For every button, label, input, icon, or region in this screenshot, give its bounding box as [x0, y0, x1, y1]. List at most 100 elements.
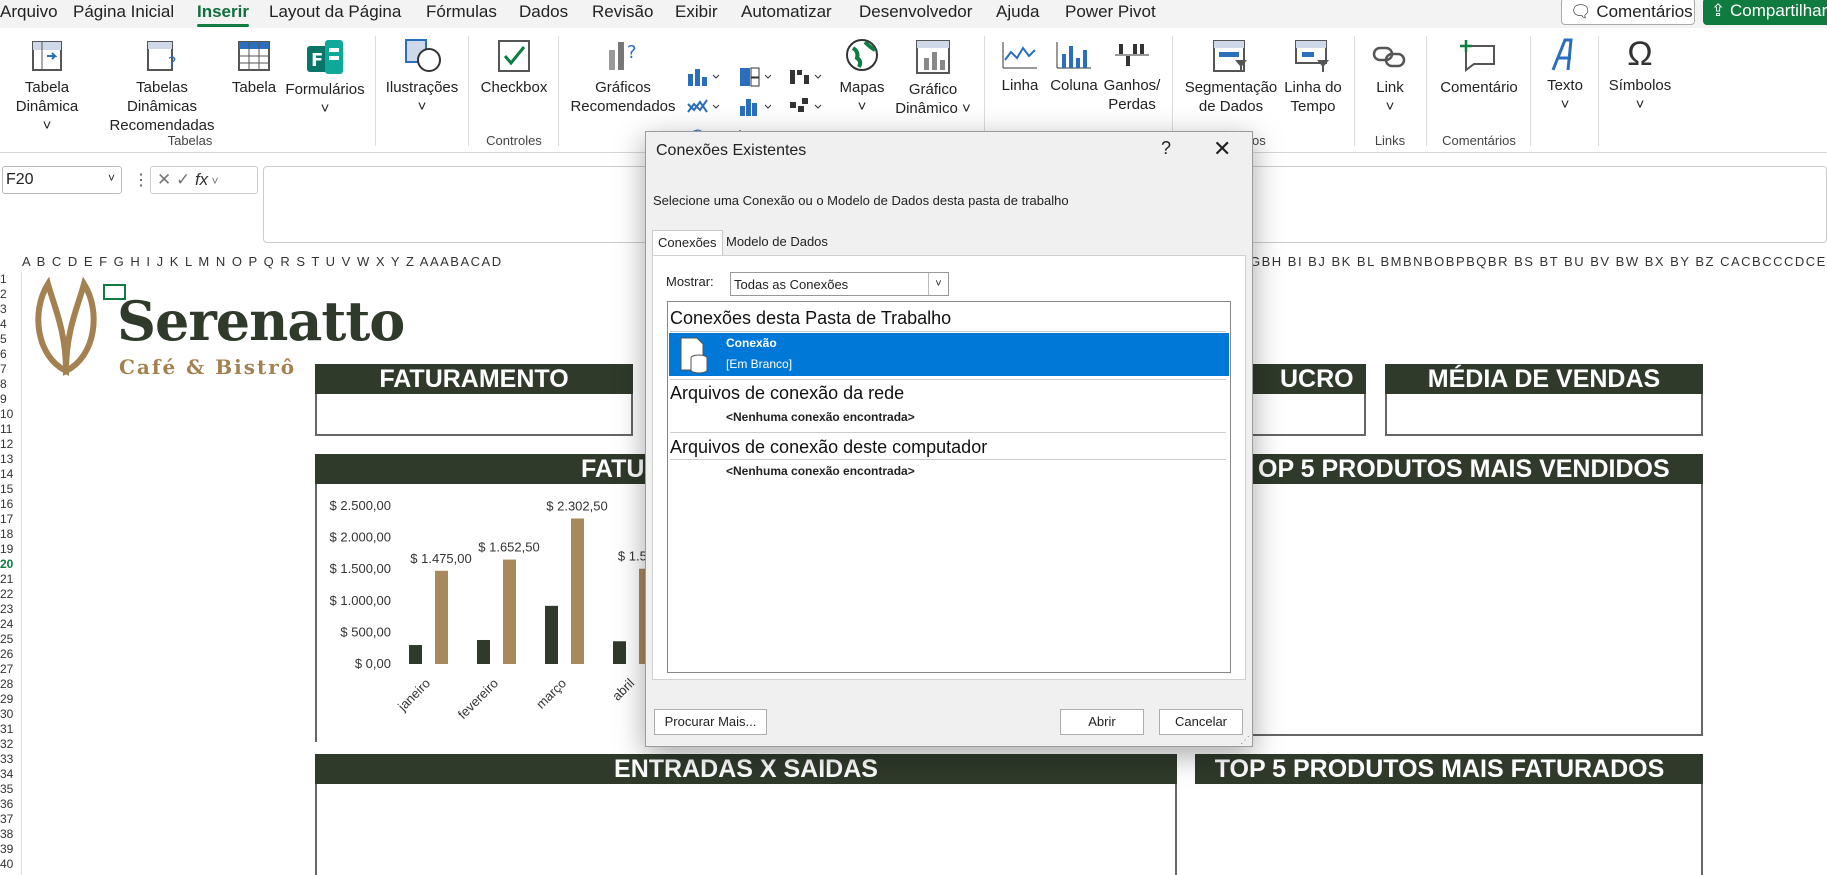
row-header[interactable]: 7: [0, 362, 21, 377]
row-header[interactable]: 27: [0, 662, 21, 677]
simbolos-button[interactable]: Ω Símbolos ˅: [1606, 36, 1674, 114]
row-header[interactable]: 22: [0, 587, 21, 602]
row-header[interactable]: 33: [0, 752, 21, 767]
row-header[interactable]: 25: [0, 632, 21, 647]
formularios-button[interactable]: F Formulários ˅: [283, 38, 367, 118]
bar[interactable]: [409, 645, 422, 664]
tab-dados[interactable]: Dados: [519, 2, 568, 22]
sparkline-coluna-button[interactable]: Coluna: [1048, 38, 1100, 95]
row-header[interactable]: 40: [0, 857, 21, 872]
enter-icon[interactable]: ✓: [176, 170, 195, 189]
row-header[interactable]: 24: [0, 617, 21, 632]
row-header[interactable]: 12: [0, 437, 21, 452]
row-header[interactable]: 39: [0, 842, 21, 857]
tabela-button[interactable]: Tabela: [228, 38, 280, 97]
tab-layout[interactable]: Layout da Página: [269, 2, 401, 22]
row-header[interactable]: 21: [0, 572, 21, 587]
selected-cell-f20[interactable]: [103, 284, 126, 300]
waterfall-chart-icon[interactable]: [788, 66, 824, 88]
texto-button[interactable]: Texto ˅: [1540, 36, 1590, 114]
row-header[interactable]: 28: [0, 677, 21, 692]
procurar-mais-button[interactable]: Procurar Mais...: [654, 709, 767, 735]
row-header[interactable]: 16: [0, 497, 21, 512]
row-header[interactable]: 18: [0, 527, 21, 542]
statistic-chart-icon[interactable]: [738, 96, 774, 118]
connections-list[interactable]: Conexões desta Pasta de Trabalho Conexão…: [667, 301, 1231, 673]
row-header[interactable]: 13: [0, 452, 21, 467]
graficos-recomendados-button[interactable]: ? Gráficos Recomendados: [568, 38, 678, 116]
row-header[interactable]: 29: [0, 692, 21, 707]
tab-ajuda[interactable]: Ajuda: [996, 2, 1039, 22]
row-header[interactable]: 31: [0, 722, 21, 737]
comments-button[interactable]: 🗨 Comentários: [1561, 0, 1695, 25]
row-header[interactable]: 3: [0, 302, 21, 317]
row-header[interactable]: 4: [0, 317, 21, 332]
row-header[interactable]: 37: [0, 812, 21, 827]
tabela-dinamica-button[interactable]: Tabela Dinâmica ˅: [10, 38, 84, 135]
bar[interactable]: [477, 639, 490, 664]
cancel-icon[interactable]: ✕: [157, 170, 176, 189]
row-header[interactable]: 35: [0, 782, 21, 797]
comentario-button[interactable]: Comentário: [1436, 38, 1522, 97]
row-header[interactable]: 19: [0, 542, 21, 557]
bar[interactable]: [613, 641, 626, 664]
sparkline-ganhos-button[interactable]: Ganhos/Perdas: [1102, 38, 1162, 114]
bar[interactable]: [571, 518, 584, 664]
tab-revisao[interactable]: Revisão: [592, 2, 653, 22]
linha-do-tempo-button[interactable]: Linha do Tempo: [1282, 38, 1344, 116]
tab-automatizar[interactable]: Automatizar: [741, 2, 832, 22]
mostrar-select[interactable]: Todas as Conexões ˅: [730, 272, 949, 296]
row-header[interactable]: 36: [0, 797, 21, 812]
resize-grip-icon[interactable]: ⋰: [1240, 735, 1250, 746]
checkbox-button[interactable]: Checkbox: [478, 38, 550, 97]
row-header[interactable]: 34: [0, 767, 21, 782]
tab-exibir[interactable]: Exibir: [675, 2, 718, 22]
tab-conexoes[interactable]: Conexões: [652, 230, 723, 256]
tab-modelo-de-dados[interactable]: Modelo de Dados: [726, 234, 828, 249]
row-header[interactable]: 11: [0, 422, 21, 437]
connection-item-conexao[interactable]: Conexão [Em Branco]: [669, 333, 1229, 376]
row-header[interactable]: 30: [0, 707, 21, 722]
row-header[interactable]: 1: [0, 272, 21, 287]
row-header[interactable]: 8: [0, 377, 21, 392]
insert-function-icon[interactable]: fx: [195, 170, 208, 189]
sparkline-linha-button[interactable]: Linha: [996, 38, 1044, 95]
bar[interactable]: [503, 559, 516, 664]
hierarchy-chart-icon[interactable]: [738, 66, 774, 88]
tab-arquivo[interactable]: Arquivo: [0, 2, 58, 22]
row-header[interactable]: 17: [0, 512, 21, 527]
row-header[interactable]: 38: [0, 827, 21, 842]
ilustracoes-button[interactable]: Ilustrações ˅: [383, 36, 461, 116]
segmentacao-button[interactable]: Segmentação de Dados: [1182, 38, 1280, 116]
line-chart-icon[interactable]: [686, 96, 722, 118]
row-header[interactable]: 32: [0, 737, 21, 752]
tab-desenvolvedor[interactable]: Desenvolvedor: [859, 2, 972, 22]
abrir-button[interactable]: Abrir: [1060, 709, 1144, 735]
row-header[interactable]: 2: [0, 287, 21, 302]
bar[interactable]: [435, 570, 448, 664]
name-box[interactable]: F20 ˅: [2, 166, 122, 194]
share-button[interactable]: ⇪ Compartilhar: [1703, 0, 1827, 25]
bar[interactable]: [545, 605, 558, 664]
tab-power-pivot[interactable]: Power Pivot: [1065, 2, 1156, 22]
link-button[interactable]: Link ˅: [1364, 38, 1416, 116]
tab-pagina-inicial[interactable]: Página Inicial: [73, 2, 174, 22]
tabelas-recomendadas-button[interactable]: ? Tabelas Dinâmicas Recomendadas: [100, 38, 224, 135]
tab-inserir[interactable]: Inserir: [197, 2, 249, 27]
row-header[interactable]: 10: [0, 407, 21, 422]
close-icon[interactable]: ✕: [1213, 136, 1231, 162]
cancelar-button[interactable]: Cancelar: [1159, 709, 1243, 735]
tab-formulas[interactable]: Fórmulas: [426, 2, 497, 22]
row-header[interactable]: 15: [0, 482, 21, 497]
row-header[interactable]: 9: [0, 392, 21, 407]
combo-chart-icon[interactable]: [788, 96, 824, 118]
row-header[interactable]: 5: [0, 332, 21, 347]
row-header[interactable]: 14: [0, 467, 21, 482]
row-header[interactable]: 26: [0, 647, 21, 662]
help-button[interactable]: ?: [1161, 138, 1171, 159]
mapas-button[interactable]: Mapas ˅: [838, 36, 886, 116]
column-chart-icon[interactable]: [686, 66, 722, 88]
row-header[interactable]: 20: [0, 557, 21, 572]
row-header[interactable]: 6: [0, 347, 21, 362]
more-options-icon[interactable]: ⋮: [133, 170, 149, 190]
